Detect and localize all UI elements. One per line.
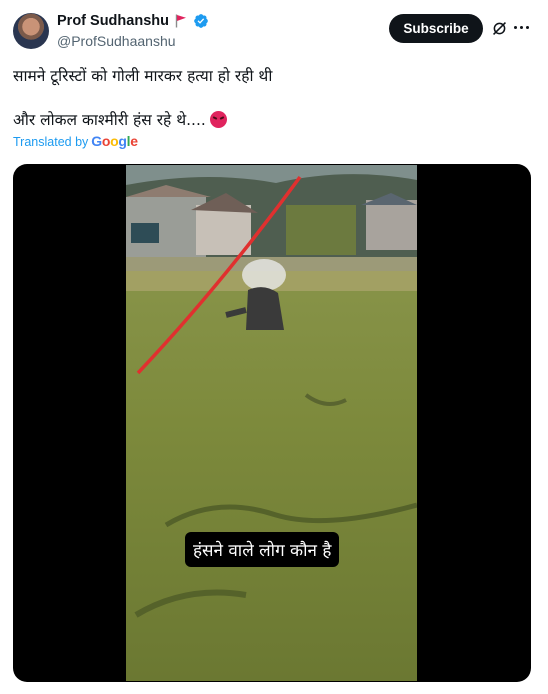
google-logo: Google [91, 133, 138, 149]
red-flag-icon [175, 14, 186, 28]
more-icon[interactable] [514, 26, 529, 29]
subscribe-button[interactable]: Subscribe [389, 14, 483, 43]
avatar[interactable] [13, 13, 49, 49]
video-scene [126, 165, 417, 681]
translated-by-label: Translated by [13, 135, 89, 149]
handle[interactable]: @ProfSudhaanshu [57, 33, 176, 49]
angry-face-icon [209, 111, 227, 128]
display-name[interactable]: Prof Sudhanshu [57, 13, 169, 29]
post-text-line-2-text: और लोकल काश्मीरी हंस रहे थे.... [13, 111, 206, 129]
translated-by[interactable]: Translated by Google [13, 133, 138, 149]
video-player[interactable] [13, 164, 531, 682]
author-row: Prof Sudhanshu [57, 13, 209, 29]
verified-badge-icon [194, 14, 208, 28]
post-text-line-2: और लोकल काश्मीरी हंस रहे थे.... [13, 108, 227, 130]
video-frame[interactable] [126, 165, 417, 681]
grok-icon[interactable] [491, 20, 508, 37]
post-text-line-1: सामने टूरिस्टों को गोली मारकर हत्या हो र… [13, 67, 273, 85]
video-caption: हंसने वाले लोग कौन है [185, 532, 340, 567]
